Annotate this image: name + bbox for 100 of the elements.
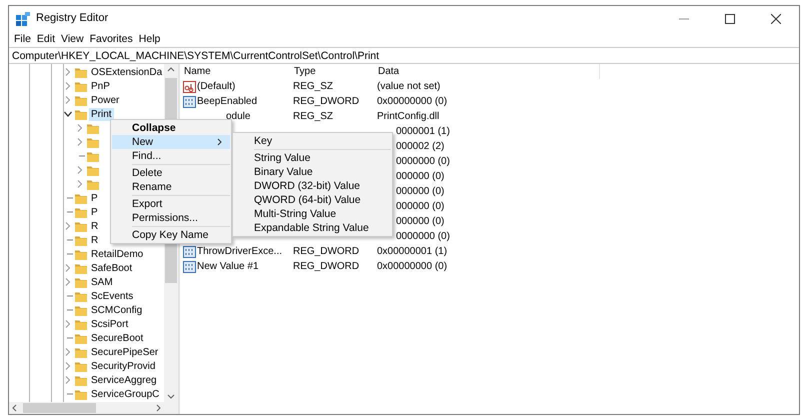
tree-item[interactable]: RetailDemo <box>89 248 146 260</box>
value-data: 0x00000000 (0) <box>377 96 448 106</box>
value-data: 000000 (0) <box>396 170 444 182</box>
menu-item[interactable]: QWORD (64-bit) Value <box>234 193 391 207</box>
folder-icon <box>75 360 87 372</box>
folder-icon <box>75 248 87 260</box>
value-data: PrintConfig.dll <box>377 110 440 122</box>
folder-icon <box>75 388 87 400</box>
menu-item[interactable]: Delete <box>112 166 230 180</box>
tree-item[interactable]: SecurePipeSer <box>89 346 160 358</box>
folder-icon <box>75 192 87 204</box>
value-data: 000000 (0) <box>396 200 444 212</box>
column-header[interactable]: Data <box>374 64 600 79</box>
menu-item[interactable]: Binary Value <box>234 165 391 179</box>
value-name[interactable]: New Value #1 <box>197 260 259 272</box>
folder-icon <box>75 234 87 246</box>
folder-icon <box>75 108 87 120</box>
binary-value-icon <box>183 260 196 272</box>
value-name[interactable]: odule <box>226 110 250 122</box>
tree-item[interactable]: OSExtensionDa <box>89 66 164 78</box>
binary-value-icon <box>183 246 196 258</box>
value-name[interactable]: BeepEnabled <box>197 96 258 108</box>
value-data: 000000 (0) <box>396 216 444 226</box>
binary-value-icon <box>183 96 196 108</box>
tree-item[interactable]: ServiceGroupC <box>89 388 162 400</box>
menu-item[interactable]: Favorites <box>86 31 136 47</box>
folder-icon <box>75 346 87 358</box>
value-type: REG_DWORD <box>293 246 360 256</box>
tree-item[interactable]: SAM <box>89 276 115 288</box>
folder-icon <box>87 164 99 176</box>
menu-item[interactable]: Permissions... <box>112 211 230 225</box>
menu-item[interactable]: Multi-String Value <box>234 207 391 221</box>
folder-icon <box>75 94 87 106</box>
column-header[interactable]: Type <box>290 64 374 79</box>
value-data: 000002 (2) <box>396 140 444 152</box>
folder-icon <box>87 122 99 134</box>
menu-item[interactable]: DWORD (32-bit) Value <box>234 179 391 193</box>
value-type: REG_SZ <box>293 80 334 92</box>
menu-item[interactable]: New <box>112 135 230 149</box>
folder-icon <box>87 178 99 190</box>
menu-item[interactable]: Collapse <box>112 121 230 135</box>
menu-item[interactable]: Expandable String Value <box>234 221 391 235</box>
value-type: REG_DWORD <box>293 260 360 272</box>
tree-item[interactable]: ScEvents <box>89 290 136 302</box>
tree-item[interactable]: SecureBoot <box>89 332 146 344</box>
tree-item[interactable]: R <box>89 220 100 232</box>
menu-item[interactable]: Edit <box>34 31 58 47</box>
value-data: 0x00000000 (0) <box>377 260 448 272</box>
tree-item[interactable]: Power <box>89 94 122 106</box>
close-icon <box>771 14 781 24</box>
value-data: 0000000 (0) <box>396 156 450 166</box>
menu-item[interactable]: Find... <box>112 149 230 163</box>
folder-icon <box>75 206 87 218</box>
horizontal-scrollbar[interactable] <box>9 402 178 414</box>
tree-item[interactable]: PnP <box>89 80 112 92</box>
tree-item[interactable]: SafeBoot <box>89 262 134 274</box>
tree-item[interactable]: P <box>89 206 100 218</box>
folder-icon <box>75 276 87 288</box>
value-name[interactable]: ThrowDriverExce... <box>197 246 282 258</box>
menu-item[interactable]: Export <box>112 197 230 211</box>
tree-item[interactable]: SCMConfig <box>89 304 144 316</box>
tree-item[interactable]: ServiceAggreg <box>89 374 159 386</box>
value-data: 0000000 (0) <box>396 230 450 242</box>
folder-icon <box>75 80 87 92</box>
folder-icon <box>75 66 87 78</box>
menu-item[interactable]: View <box>58 31 87 47</box>
column-header[interactable]: Name <box>180 64 290 79</box>
tree-item[interactable]: R <box>89 234 100 246</box>
value-data: 000000 (0) <box>396 186 444 196</box>
menu-item[interactable]: Help <box>136 31 164 47</box>
folder-icon <box>75 318 87 330</box>
maximize-icon <box>725 14 735 24</box>
value-data: 0x00000001 (1) <box>377 246 448 256</box>
menu-item[interactable]: File <box>11 31 34 47</box>
tree-item[interactable]: P <box>89 192 100 204</box>
window-title: Registry Editor <box>36 12 108 26</box>
registry-editor-icon <box>16 12 30 26</box>
folder-icon <box>75 262 87 274</box>
menu-item[interactable]: String Value <box>234 151 391 165</box>
address-field[interactable]: Computer\HKEY_LOCAL_MACHINE\SYSTEM\CurrentControlSet\Control\Print <box>9 47 799 64</box>
menu-item[interactable]: Key <box>234 134 391 148</box>
string-value-icon <box>183 80 196 92</box>
tree-item[interactable]: SecurityProvid <box>89 360 158 372</box>
menu-item[interactable]: Copy Key Name <box>112 228 230 242</box>
folder-icon <box>75 374 87 386</box>
value-data: 0000001 (1) <box>396 126 450 136</box>
tree-item[interactable]: ScsiPort <box>89 318 130 330</box>
value-type: REG_SZ <box>293 110 334 122</box>
folder-icon <box>75 220 87 232</box>
menu-item[interactable]: Rename <box>112 180 230 194</box>
folder-icon <box>87 136 99 148</box>
tree-item[interactable]: Print <box>89 108 114 120</box>
folder-icon <box>87 150 99 162</box>
folder-icon <box>75 332 87 344</box>
folder-icon <box>75 304 87 316</box>
value-type: REG_DWORD <box>293 96 360 106</box>
scrollbar-thumb[interactable] <box>23 403 96 413</box>
value-name[interactable]: (Default) <box>197 80 236 92</box>
value-data: (value not set) <box>377 80 440 92</box>
minimize-icon <box>679 18 689 20</box>
